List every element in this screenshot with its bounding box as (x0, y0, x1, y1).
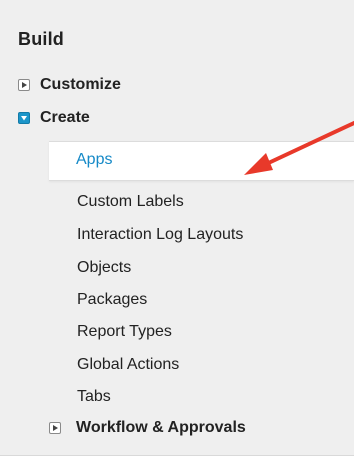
sidebar-item-report-types[interactable]: Report Types (77, 323, 172, 341)
sidebar-item-label: Apps (76, 151, 113, 168)
sidebar-item-apps[interactable]: Apps (49, 141, 354, 181)
sidebar-item-create[interactable]: Create (18, 106, 90, 130)
expand-triangle-icon[interactable] (49, 422, 61, 434)
sidebar-item-objects[interactable]: Objects (77, 259, 131, 277)
sidebar-item-tabs[interactable]: Tabs (77, 388, 111, 406)
sidebar-item-label: Customize (40, 76, 121, 93)
sidebar-item-global-actions[interactable]: Global Actions (77, 356, 179, 374)
collapse-triangle-icon[interactable] (18, 112, 30, 124)
expand-triangle-icon[interactable] (18, 79, 30, 91)
sidebar-item-label: Workflow & Approvals (76, 419, 246, 436)
sidebar-item-packages[interactable]: Packages (77, 291, 147, 309)
sidebar-item-label: Create (40, 109, 90, 126)
sidebar-item-customize[interactable]: Customize (18, 73, 121, 97)
build-sidebar: Build Customize Create Apps Custom Label… (0, 0, 354, 456)
sidebar-item-workflow-approvals[interactable]: Workflow & Approvals (49, 416, 246, 440)
sidebar-item-custom-labels[interactable]: Custom Labels (77, 193, 184, 211)
build-heading: Build (18, 29, 64, 49)
sidebar-item-interaction-log-layouts[interactable]: Interaction Log Layouts (77, 226, 243, 244)
